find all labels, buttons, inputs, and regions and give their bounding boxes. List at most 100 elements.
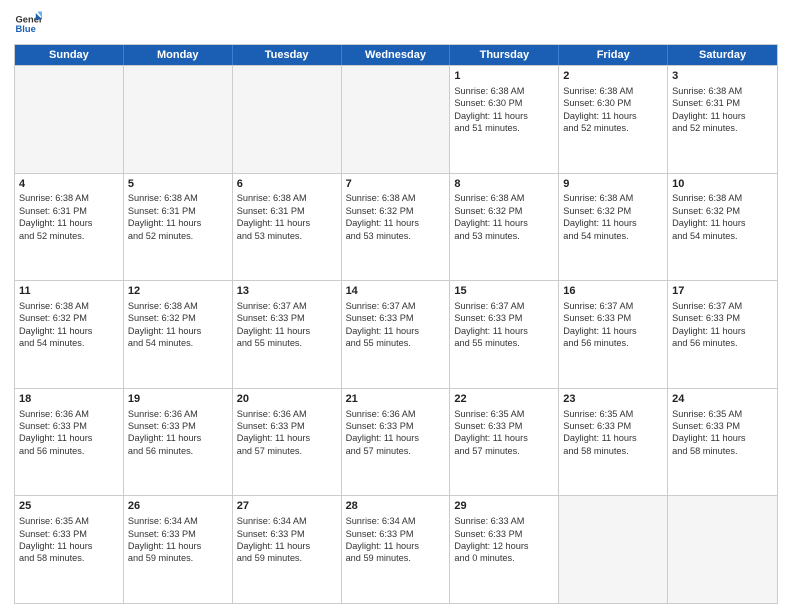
day-number: 15 [454,284,554,299]
day-info-line: Sunset: 6:33 PM [672,420,773,432]
calendar-cell: 20Sunrise: 6:36 AMSunset: 6:33 PMDayligh… [233,389,342,496]
day-info-line: Sunset: 6:33 PM [237,420,337,432]
day-info-line: Daylight: 11 hours [454,432,554,444]
svg-text:Blue: Blue [16,24,36,34]
day-info-line: and 58 minutes. [563,445,663,457]
day-info-line: and 56 minutes. [563,337,663,349]
day-info-line: Sunset: 6:33 PM [128,528,228,540]
day-number: 10 [672,177,773,192]
calendar-page: General Blue SundayMondayTuesdayWednesda… [0,0,792,612]
day-info-line: Sunset: 6:32 PM [454,205,554,217]
day-info-line: and 54 minutes. [563,230,663,242]
calendar-cell: 4Sunrise: 6:38 AMSunset: 6:31 PMDaylight… [15,174,124,281]
day-number: 23 [563,392,663,407]
header-day: Sunday [15,45,124,65]
day-info-line: and 59 minutes. [128,552,228,564]
day-number: 22 [454,392,554,407]
calendar-cell [668,496,777,603]
day-info-line: and 53 minutes. [454,230,554,242]
day-info-line: Sunset: 6:33 PM [128,420,228,432]
day-info-line: Daylight: 11 hours [563,432,663,444]
day-info-line: Sunset: 6:33 PM [672,312,773,324]
day-number: 21 [346,392,446,407]
calendar-body: 1Sunrise: 6:38 AMSunset: 6:30 PMDaylight… [15,65,777,603]
day-info-line: Sunrise: 6:37 AM [672,300,773,312]
day-info-line: Daylight: 11 hours [672,217,773,229]
day-number: 19 [128,392,228,407]
calendar-cell [342,66,451,173]
day-info-line: Daylight: 11 hours [563,325,663,337]
day-number: 9 [563,177,663,192]
day-number: 24 [672,392,773,407]
day-info-line: Daylight: 11 hours [19,217,119,229]
day-info-line: Daylight: 11 hours [454,110,554,122]
calendar-cell: 9Sunrise: 6:38 AMSunset: 6:32 PMDaylight… [559,174,668,281]
day-info-line: Sunrise: 6:33 AM [454,515,554,527]
day-info-line: Daylight: 11 hours [454,217,554,229]
calendar-row: 25Sunrise: 6:35 AMSunset: 6:33 PMDayligh… [15,495,777,603]
day-info-line: Sunrise: 6:34 AM [346,515,446,527]
calendar-cell: 29Sunrise: 6:33 AMSunset: 6:33 PMDayligh… [450,496,559,603]
day-info-line: Daylight: 11 hours [346,540,446,552]
logo: General Blue [14,10,42,38]
calendar-cell [15,66,124,173]
day-info-line: and 56 minutes. [128,445,228,457]
day-info-line: and 53 minutes. [237,230,337,242]
day-info-line: Sunset: 6:31 PM [237,205,337,217]
day-info-line: Sunrise: 6:34 AM [237,515,337,527]
day-info-line: Sunset: 6:31 PM [672,97,773,109]
day-info-line: Sunset: 6:33 PM [237,312,337,324]
calendar-cell: 25Sunrise: 6:35 AMSunset: 6:33 PMDayligh… [15,496,124,603]
day-info-line: and 52 minutes. [19,230,119,242]
day-info-line: Daylight: 11 hours [672,325,773,337]
day-info-line: and 53 minutes. [346,230,446,242]
day-info-line: Sunrise: 6:35 AM [563,408,663,420]
day-info-line: Sunset: 6:33 PM [346,420,446,432]
day-info-line: and 57 minutes. [237,445,337,457]
day-info-line: Sunset: 6:32 PM [346,205,446,217]
day-info-line: and 52 minutes. [672,122,773,134]
day-info-line: Sunrise: 6:38 AM [454,192,554,204]
day-info-line: Daylight: 11 hours [19,325,119,337]
calendar-cell: 3Sunrise: 6:38 AMSunset: 6:31 PMDaylight… [668,66,777,173]
day-info-line: and 52 minutes. [563,122,663,134]
calendar-row: 1Sunrise: 6:38 AMSunset: 6:30 PMDaylight… [15,65,777,173]
header-day: Tuesday [233,45,342,65]
calendar-cell: 11Sunrise: 6:38 AMSunset: 6:32 PMDayligh… [15,281,124,388]
day-info-line: and 55 minutes. [346,337,446,349]
day-number: 26 [128,499,228,514]
day-info-line: Daylight: 11 hours [19,432,119,444]
day-info-line: Sunset: 6:33 PM [237,528,337,540]
day-info-line: Sunrise: 6:36 AM [128,408,228,420]
day-info-line: Daylight: 11 hours [346,432,446,444]
day-info-line: Sunrise: 6:38 AM [128,192,228,204]
calendar-cell: 14Sunrise: 6:37 AMSunset: 6:33 PMDayligh… [342,281,451,388]
calendar-cell: 18Sunrise: 6:36 AMSunset: 6:33 PMDayligh… [15,389,124,496]
day-number: 29 [454,499,554,514]
day-info-line: Sunset: 6:33 PM [454,420,554,432]
calendar-cell: 10Sunrise: 6:38 AMSunset: 6:32 PMDayligh… [668,174,777,281]
day-number: 13 [237,284,337,299]
calendar: SundayMondayTuesdayWednesdayThursdayFrid… [14,44,778,604]
calendar-cell: 21Sunrise: 6:36 AMSunset: 6:33 PMDayligh… [342,389,451,496]
header-day: Wednesday [342,45,451,65]
logo-icon: General Blue [14,10,42,38]
day-info-line: Sunset: 6:30 PM [563,97,663,109]
day-number: 8 [454,177,554,192]
calendar-cell: 22Sunrise: 6:35 AMSunset: 6:33 PMDayligh… [450,389,559,496]
calendar-cell: 13Sunrise: 6:37 AMSunset: 6:33 PMDayligh… [233,281,342,388]
calendar-cell: 23Sunrise: 6:35 AMSunset: 6:33 PMDayligh… [559,389,668,496]
calendar-cell: 8Sunrise: 6:38 AMSunset: 6:32 PMDaylight… [450,174,559,281]
day-info-line: Sunset: 6:33 PM [563,312,663,324]
day-info-line: Daylight: 11 hours [237,540,337,552]
day-number: 4 [19,177,119,192]
day-info-line: Sunrise: 6:36 AM [346,408,446,420]
day-number: 14 [346,284,446,299]
calendar-cell: 19Sunrise: 6:36 AMSunset: 6:33 PMDayligh… [124,389,233,496]
day-info-line: and 59 minutes. [346,552,446,564]
day-info-line: Sunrise: 6:35 AM [19,515,119,527]
day-info-line: Daylight: 11 hours [346,325,446,337]
day-info-line: Daylight: 11 hours [128,325,228,337]
calendar-cell [233,66,342,173]
day-info-line: Sunset: 6:32 PM [19,312,119,324]
